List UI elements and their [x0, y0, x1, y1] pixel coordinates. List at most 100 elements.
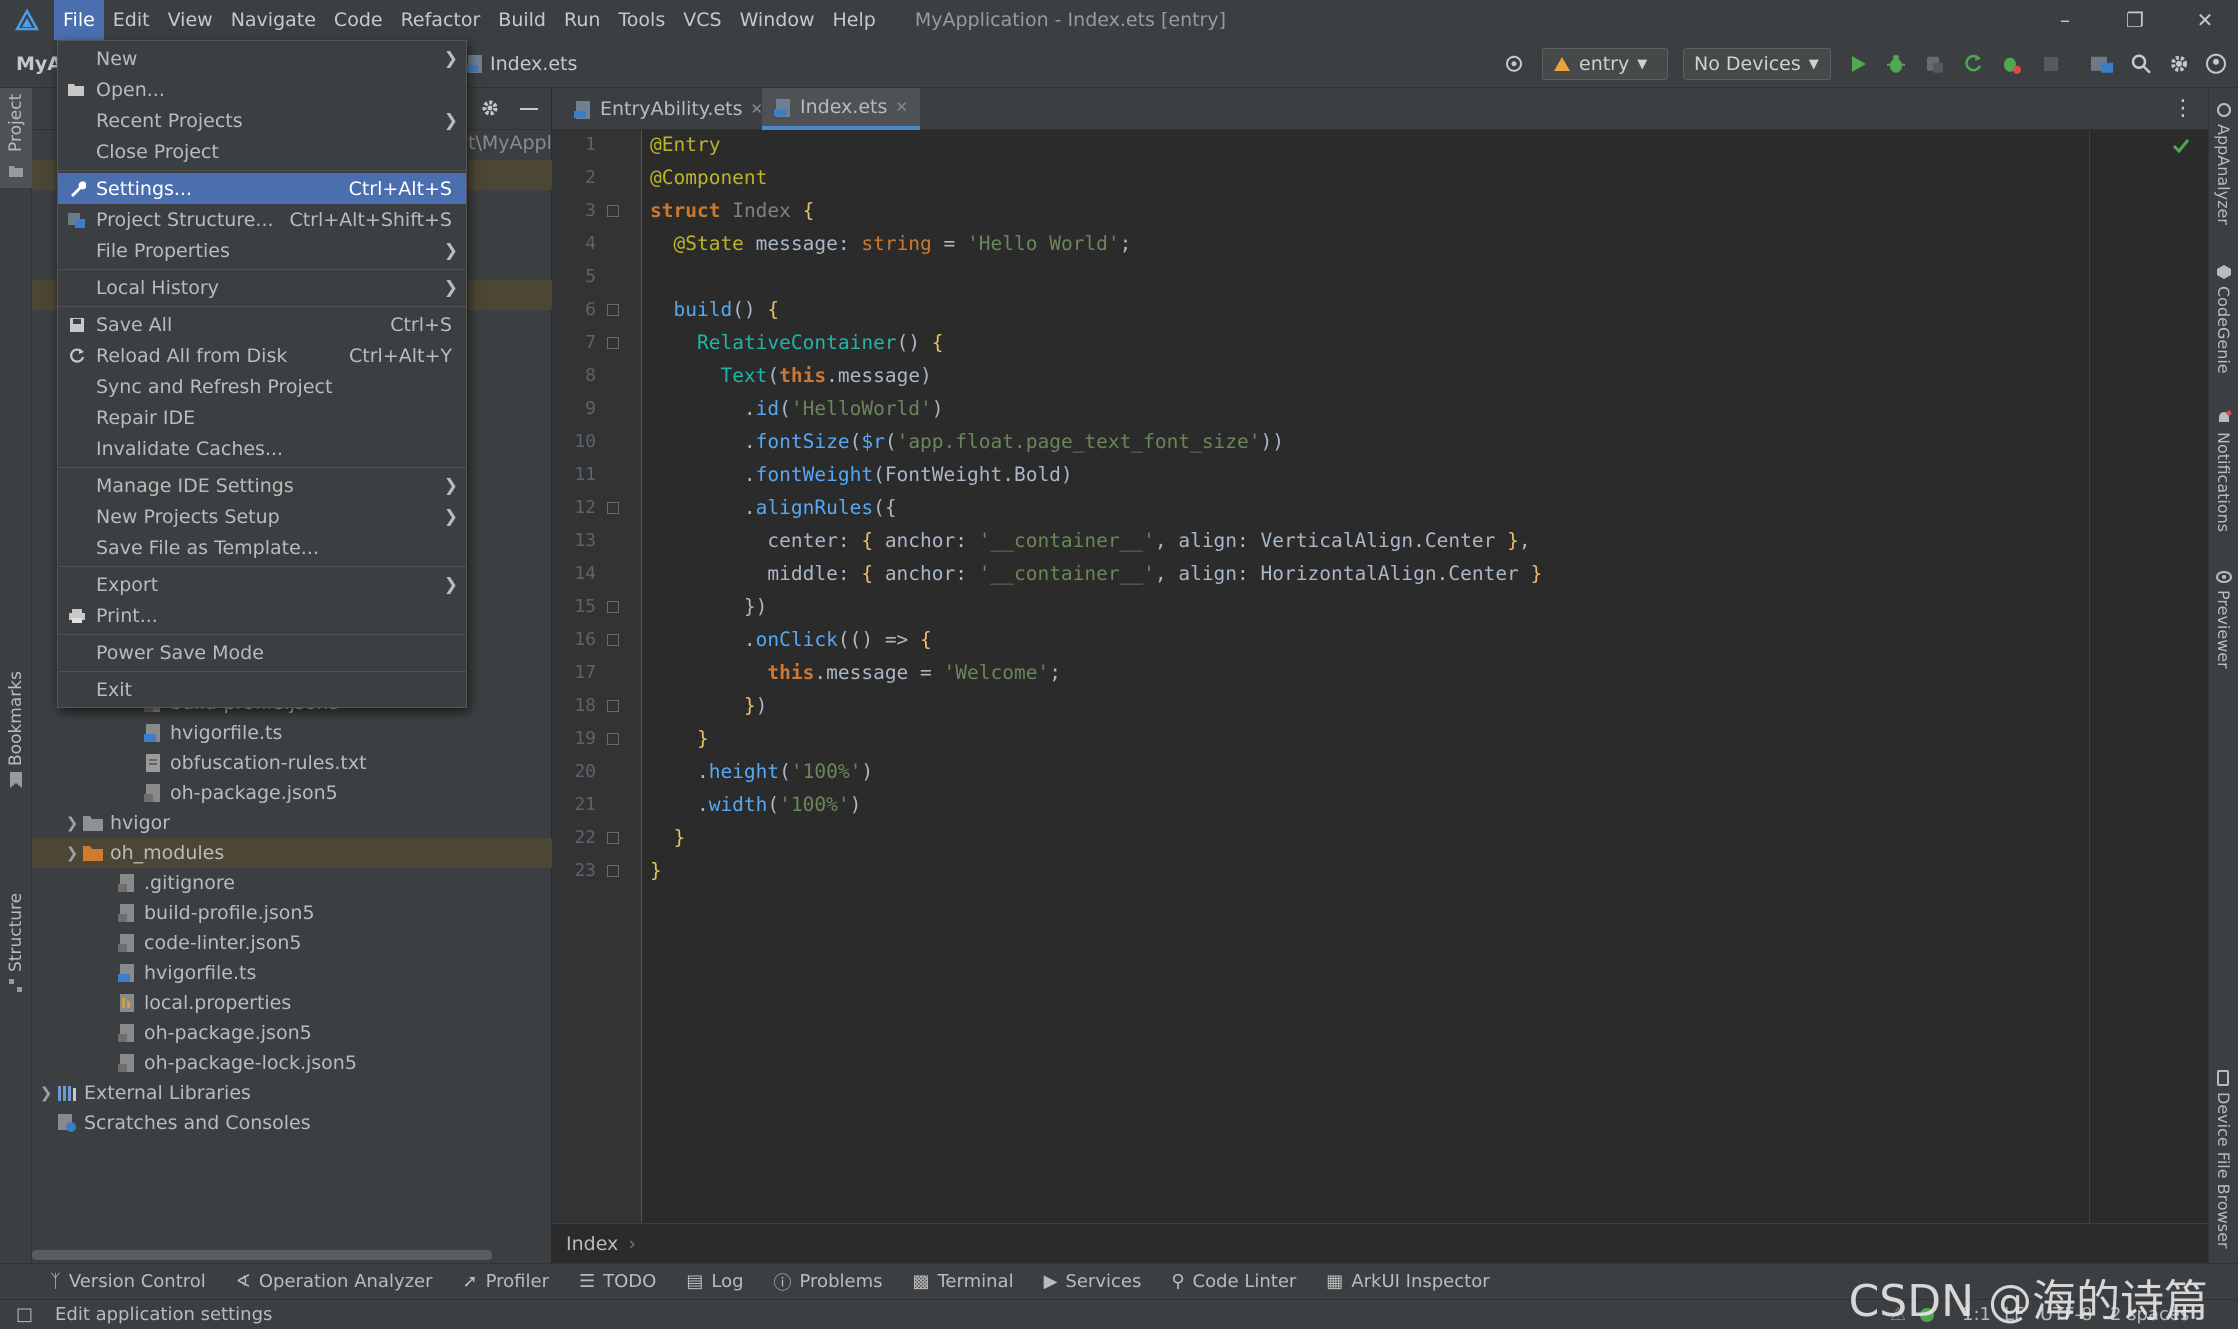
tree-row[interactable]: hvigorfile.ts: [32, 718, 552, 748]
menu-view[interactable]: View: [159, 0, 222, 40]
device-select[interactable]: No Devices ▼: [1683, 48, 1831, 80]
tree-row[interactable]: ❯ hvigor: [32, 808, 552, 838]
project-structure-icon[interactable]: [2090, 52, 2114, 75]
code-genie-label[interactable]: CodeGenie: [2214, 286, 2233, 374]
menu-item-new[interactable]: New ❯: [58, 43, 466, 74]
services-button[interactable]: ▶ Services: [1044, 1271, 1142, 1292]
structure-stripe-label[interactable]: Structure: [6, 893, 26, 972]
fold-marker-icon[interactable]: [607, 634, 619, 646]
menu-item-invalidate-caches[interactable]: Invalidate Caches...: [58, 433, 466, 464]
tree-row[interactable]: local.properties: [32, 988, 552, 1018]
menu-item-reload-all[interactable]: Reload All from Disk Ctrl+Alt+Y: [58, 340, 466, 371]
tree-row[interactable]: hvigorfile.ts: [32, 958, 552, 988]
target-icon[interactable]: [1503, 52, 1525, 75]
menu-code[interactable]: Code: [325, 0, 392, 40]
structure-icon[interactable]: [9, 978, 23, 997]
menu-item-repair-ide[interactable]: Repair IDE: [58, 402, 466, 433]
menu-build[interactable]: Build: [489, 0, 555, 40]
tree-row[interactable]: build-profile.json5: [32, 898, 552, 928]
menu-item-file-properties[interactable]: File Properties ❯: [58, 235, 466, 266]
menu-item-print[interactable]: Print...: [58, 600, 466, 631]
close-window-icon[interactable]: ✕: [2175, 0, 2235, 40]
todo-button[interactable]: ☰ TODO: [579, 1271, 656, 1292]
operation-analyzer-button[interactable]: ∢ Operation Analyzer: [236, 1271, 433, 1292]
menu-item-project-structure[interactable]: Project Structure... Ctrl+Alt+Shift+S: [58, 204, 466, 235]
restore-icon[interactable]: ❐: [2105, 0, 2165, 40]
app-analyzer-icon[interactable]: [2216, 102, 2232, 122]
menu-help[interactable]: Help: [823, 0, 884, 40]
menu-item-save-as-template[interactable]: Save File as Template...: [58, 532, 466, 563]
menu-navigate[interactable]: Navigate: [222, 0, 325, 40]
arkui-inspector-button[interactable]: ▦ ArkUI Inspector: [1326, 1271, 1489, 1292]
breadcrumb-item[interactable]: Index: [566, 1233, 618, 1255]
menu-item-manage-ide-settings[interactable]: Manage IDE Settings ❯: [58, 470, 466, 501]
tree-row[interactable]: obfuscation-rules.txt: [32, 748, 552, 778]
hide-panel-icon[interactable]: [520, 108, 538, 110]
menu-file[interactable]: File: [54, 0, 104, 40]
project-stripe-button[interactable]: Project: [0, 88, 32, 188]
chevron-right-icon[interactable]: ❯: [36, 1084, 56, 1102]
tab-entryability[interactable]: EntryAbility.ets ✕: [562, 88, 775, 130]
profiler-button[interactable]: ➚ Profiler: [463, 1271, 549, 1292]
fold-marker-icon[interactable]: [607, 832, 619, 844]
terminal-button[interactable]: ▩ Terminal: [912, 1271, 1013, 1292]
debug-icon[interactable]: [1885, 52, 1907, 75]
chevron-right-icon[interactable]: ❯: [62, 814, 82, 832]
stop-icon[interactable]: [2042, 53, 2060, 75]
menu-item-open[interactable]: Open...: [58, 74, 466, 105]
menu-item-power-save-mode[interactable]: Power Save Mode: [58, 637, 466, 668]
debug-attach-icon[interactable]: [2000, 52, 2022, 75]
apply-changes-icon[interactable]: [1962, 52, 1984, 75]
notifications-label[interactable]: Notifications: [2214, 432, 2233, 532]
settings-gear-icon[interactable]: [2168, 52, 2190, 75]
tree-row[interactable]: oh-package.json5: [32, 1018, 552, 1048]
fold-marker-icon[interactable]: [607, 337, 619, 349]
tab-index[interactable]: Index.ets ✕: [762, 88, 920, 130]
tree-row[interactable]: oh-package-lock.json5: [32, 1048, 552, 1078]
menu-vcs[interactable]: VCS: [674, 0, 730, 40]
run-icon[interactable]: [1848, 53, 1868, 75]
more-options-icon[interactable]: ⋮: [2172, 96, 2194, 121]
fold-marker-icon[interactable]: [607, 601, 619, 613]
bookmark-icon[interactable]: [10, 772, 22, 792]
menu-refactor[interactable]: Refactor: [392, 0, 490, 40]
device-file-browser-label[interactable]: Device File Browser: [2214, 1092, 2233, 1249]
menu-item-recent-projects[interactable]: Recent Projects ❯: [58, 105, 466, 136]
account-icon[interactable]: [2205, 52, 2227, 75]
menu-item-save-all[interactable]: Save All Ctrl+S: [58, 309, 466, 340]
tree-row[interactable]: .gitignore: [32, 868, 552, 898]
menu-item-local-history[interactable]: Local History ❯: [58, 272, 466, 303]
toggle-panels-icon[interactable]: □: [16, 1304, 33, 1325]
fold-marker-icon[interactable]: [607, 502, 619, 514]
horizontal-scrollbar[interactable]: [32, 1250, 492, 1260]
run-config-select[interactable]: entry ▼: [1542, 48, 1668, 80]
tree-row[interactable]: ❯ External Libraries: [32, 1078, 552, 1108]
menu-run[interactable]: Run: [555, 0, 609, 40]
version-control-button[interactable]: ᛉ Version Control: [50, 1271, 206, 1292]
code-editor[interactable]: 1 2 3 4 5 6 7 8 9 10 11 12 13 14 15 16 17 18 19 20 21 22 23 @E…: [552, 130, 2208, 1223]
log-button[interactable]: ▤ Log: [686, 1271, 743, 1292]
device-icon[interactable]: [2216, 1070, 2230, 1090]
previewer-eye-icon[interactable]: [2216, 568, 2232, 587]
fold-marker-icon[interactable]: [607, 865, 619, 877]
tree-row[interactable]: oh-package.json5: [32, 778, 552, 808]
menu-item-exit[interactable]: Exit: [58, 674, 466, 705]
tree-row[interactable]: Scratches and Consoles: [32, 1108, 552, 1138]
menu-item-export[interactable]: Export ❯: [58, 569, 466, 600]
code-genie-icon[interactable]: [2216, 264, 2232, 284]
fold-marker-icon[interactable]: [607, 700, 619, 712]
tree-row[interactable]: code-linter.json5: [32, 928, 552, 958]
nav-breadcrumb[interactable]: Index.ets: [466, 53, 577, 75]
menu-item-settings[interactable]: Settings... Ctrl+Alt+S: [58, 173, 466, 204]
menu-tools[interactable]: Tools: [609, 0, 674, 40]
chevron-right-icon[interactable]: ❯: [62, 844, 82, 862]
previewer-label[interactable]: Previewer: [2214, 590, 2233, 669]
attach-icon[interactable]: [1923, 52, 1945, 75]
editor-breadcrumb[interactable]: Index ›: [552, 1223, 2208, 1263]
fold-marker-icon[interactable]: [607, 304, 619, 316]
notifications-bell-icon[interactable]: [2216, 410, 2232, 430]
close-tab-icon[interactable]: ✕: [895, 98, 908, 116]
minimize-icon[interactable]: –: [2035, 0, 2095, 40]
problems-button[interactable]: ⓘ Problems: [774, 1269, 883, 1295]
menu-window[interactable]: Window: [731, 0, 824, 40]
